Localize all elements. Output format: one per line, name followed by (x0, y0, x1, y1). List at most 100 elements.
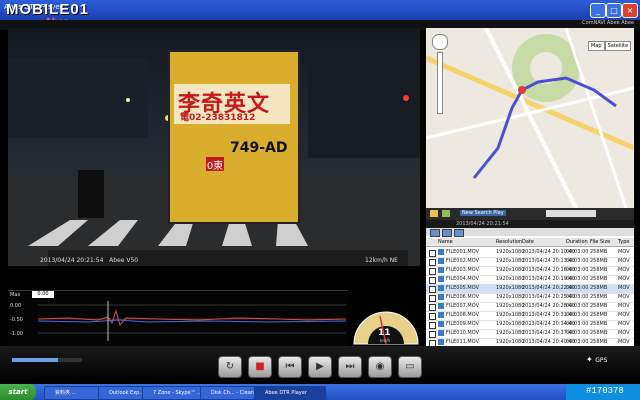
zoom-slider[interactable] (437, 52, 443, 114)
gps-tools[interactable]: ✦ GPS (586, 355, 607, 364)
camera-icon: ◉ (375, 361, 385, 372)
row-checkbox[interactable] (429, 286, 436, 293)
fullscreen-icon: ▭ (405, 361, 415, 372)
previous-button[interactable]: ⏮ (278, 356, 302, 378)
cell-type: MOV (618, 294, 630, 300)
cell-name: FILE003.MOV (446, 267, 480, 273)
row-checkbox[interactable] (429, 304, 436, 311)
cell-type: MOV (618, 321, 630, 327)
cell-size: 258MB (590, 258, 608, 264)
cell-type: MOV (618, 303, 630, 309)
cell-res: 1920x1080 (496, 294, 525, 300)
start-button[interactable]: start (0, 384, 36, 400)
repeat-button[interactable]: ↻ (218, 356, 242, 378)
map-toolbar: New Search Play (426, 208, 634, 220)
bus-advert: 李奇英文 電02-23831812 (174, 84, 290, 124)
video-speed: 12km/h NE (365, 257, 398, 264)
cell-name: FILE011.MOV (446, 339, 480, 345)
task-skype[interactable]: 7 Zone - Skype™ ... (142, 386, 208, 400)
cell-dur: 00:03:00 (566, 321, 589, 327)
stop-button[interactable]: ■ (248, 356, 272, 378)
map-tool-label[interactable]: New Search Play (460, 210, 506, 216)
col-name[interactable]: Name (438, 239, 453, 245)
fullscreen-button[interactable]: ▭ (398, 356, 422, 378)
refresh-icon[interactable] (442, 210, 450, 217)
snapshot-button[interactable]: ◉ (368, 356, 392, 378)
cell-name: FILE004.MOV (446, 276, 480, 282)
gauge-unit: km/h (380, 338, 391, 343)
task-abee-player[interactable]: Abee DTR Player (254, 386, 326, 400)
col-type[interactable]: Type (618, 239, 629, 245)
cell-res: 1920x1080 (496, 330, 525, 336)
map-date-bar: 2013/04/24 20:21:54 (426, 220, 634, 228)
cell-name: FILE001.MOV (446, 249, 480, 255)
video-file-icon (438, 285, 444, 291)
video-model: Abee V50 (109, 257, 139, 264)
cell-name: FILE002.MOV (446, 258, 480, 264)
video-file-icon (438, 330, 444, 336)
file-tab-icon[interactable] (430, 229, 440, 237)
video-file-icon (438, 312, 444, 318)
event-tab-icon[interactable] (442, 229, 452, 237)
cell-name: FILE010.MOV (446, 330, 480, 336)
cell-type: MOV (618, 330, 630, 336)
map-mini-buttons[interactable] (546, 210, 596, 217)
col-date[interactable]: Date (522, 239, 534, 245)
graph-value-box: 0.00 (32, 291, 54, 298)
cell-res: 1920x1080 (496, 276, 525, 282)
header-brand: ComNAVI Abee Abee (582, 20, 634, 26)
cell-name: FILE007.MOV (446, 303, 480, 309)
cell-dur: 00:03:00 (566, 339, 589, 345)
task-folder[interactable]: 資料夾 ... (44, 386, 106, 400)
volume-level (12, 358, 58, 362)
row-checkbox[interactable] (429, 277, 436, 284)
cell-res: 1920x1080 (496, 339, 525, 345)
cell-res: 1920x1080 (496, 321, 525, 327)
graph-y-bot: -1.00 (10, 331, 23, 337)
video-file-icon (438, 249, 444, 255)
previous-icon: ⏮ (285, 361, 295, 372)
task-disk-clean[interactable]: Disk Ch... - Clean... (200, 386, 262, 400)
row-checkbox[interactable] (429, 295, 436, 302)
satellite-button[interactable]: Satellite (604, 41, 632, 51)
video-file-icon (438, 294, 444, 300)
maximize-button[interactable]: □ (606, 3, 622, 18)
col-resolution[interactable]: Resolution (496, 239, 522, 245)
row-checkbox[interactable] (429, 268, 436, 275)
cell-name: FILE008.MOV (446, 312, 480, 318)
cell-dur: 00:03:00 (566, 312, 589, 318)
video-file-icon (438, 258, 444, 264)
row-checkbox[interactable] (429, 250, 436, 257)
file-tabs (426, 228, 634, 237)
cell-size: 258MB (590, 276, 608, 282)
close-button[interactable]: × (622, 3, 638, 18)
graph-plot (37, 301, 347, 341)
play-button[interactable]: ▶ (308, 356, 332, 378)
row-checkbox[interactable] (429, 313, 436, 320)
photo-tab-icon[interactable] (454, 229, 464, 237)
bus-plate: 749-AD (230, 140, 288, 156)
cell-dur: 00:03:00 (566, 303, 589, 309)
cell-size: 258MB (590, 339, 608, 345)
cell-res: 1920x1080 (496, 303, 525, 309)
gps-label: GPS (595, 357, 608, 364)
col-size[interactable]: File Size (590, 239, 610, 245)
row-checkbox[interactable] (429, 259, 436, 266)
watermark-id: #170378 (586, 386, 624, 396)
speed-gauge: 11 km/h (350, 298, 422, 346)
map-view[interactable] (426, 28, 634, 208)
col-duration[interactable]: Duration (566, 239, 588, 245)
cell-name: FILE006.MOV (446, 294, 480, 300)
row-checkbox[interactable] (429, 322, 436, 329)
folder-icon[interactable] (430, 210, 438, 217)
cell-res: 1920x1080 (496, 258, 525, 264)
cell-res: 1920x1080 (496, 312, 525, 318)
cell-type: MOV (618, 285, 630, 291)
minimize-button[interactable]: _ (590, 3, 606, 18)
map-button[interactable]: Map (588, 41, 605, 51)
cell-dur: 00:03:00 (566, 267, 589, 273)
next-button[interactable]: ⏭ (338, 356, 362, 378)
row-checkbox[interactable] (429, 331, 436, 338)
pan-control[interactable] (432, 34, 448, 50)
map-type-switch: Map Satellite (588, 32, 632, 51)
